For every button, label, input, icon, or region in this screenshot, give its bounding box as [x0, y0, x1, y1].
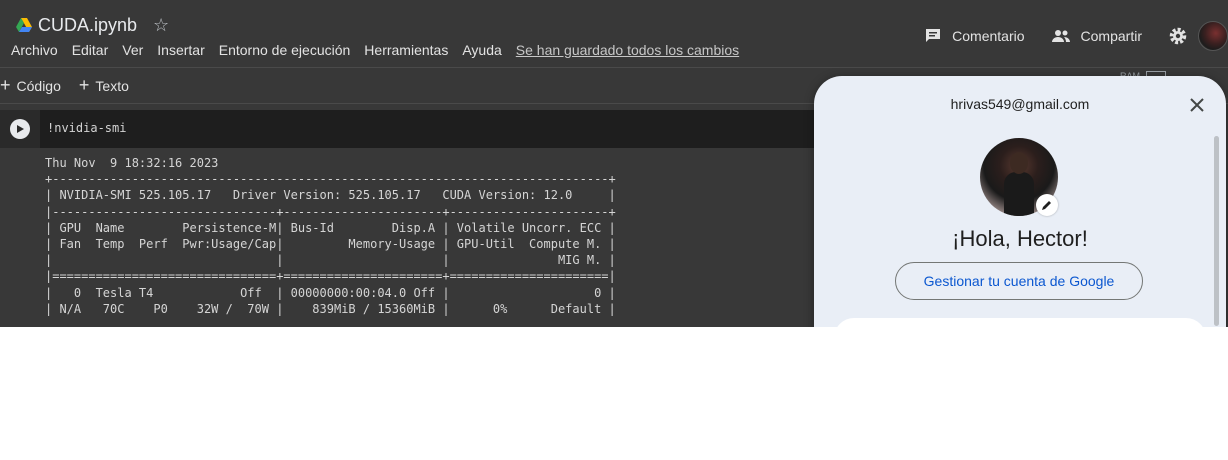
menu-insertar[interactable]: Insertar — [157, 42, 204, 58]
edit-photo-button[interactable] — [1036, 194, 1058, 216]
plus-icon: + — [0, 75, 11, 95]
notebook-title[interactable]: CUDA.ipynb — [38, 15, 137, 36]
menu-ver[interactable]: Ver — [122, 42, 143, 58]
code-line[interactable]: !nvidia-smi — [47, 121, 126, 135]
header-divider — [0, 67, 1228, 68]
run-cell-button[interactable] — [10, 119, 30, 139]
account-email: hrivas549@gmail.com — [950, 96, 1090, 112]
menu-herramientas[interactable]: Herramientas — [364, 42, 448, 58]
drive-logo-icon[interactable] — [16, 18, 32, 32]
menu-ayuda[interactable]: Ayuda — [462, 42, 501, 58]
add-code-button[interactable]: + Código — [0, 75, 61, 96]
popup-scrollbar[interactable] — [1214, 136, 1219, 326]
comment-label: Comentario — [952, 28, 1025, 44]
pencil-icon — [1042, 201, 1051, 210]
save-status-link[interactable]: Se han guardado todos los cambios — [516, 42, 739, 58]
gear-icon[interactable] — [1168, 26, 1188, 46]
menu-bar: Archivo Editar Ver Insertar Entorno de e… — [11, 42, 739, 58]
share-button[interactable]: Compartir — [1051, 28, 1142, 44]
avatar[interactable] — [1198, 21, 1228, 51]
account-card[interactable] — [834, 318, 1206, 327]
toolbar: + Código + Texto — [0, 75, 147, 96]
add-text-button[interactable]: + Texto — [79, 75, 129, 96]
menu-archivo[interactable]: Archivo — [11, 42, 58, 58]
plus-icon: + — [78, 75, 90, 95]
share-label: Compartir — [1080, 28, 1142, 44]
comment-icon — [926, 29, 941, 42]
add-code-label: Código — [16, 77, 61, 94]
menu-entorno[interactable]: Entorno de ejecución — [219, 42, 351, 58]
code-editor[interactable] — [40, 110, 830, 148]
account-popup: hrivas549@gmail.com ¡Hola, Hector! Gesti… — [814, 76, 1226, 327]
title-row: CUDA.ipynb ☆ — [16, 12, 169, 38]
close-icon[interactable] — [1186, 94, 1208, 116]
colab-window: CUDA.ipynb ☆ Archivo Editar Ver Insertar… — [0, 0, 1228, 327]
greeting: ¡Hola, Hector! — [952, 226, 1088, 251]
cell-output: Thu Nov 9 18:32:16 2023 +---------------… — [45, 156, 616, 316]
comment-button[interactable]: Comentario — [924, 27, 1025, 45]
header-actions: Comentario Compartir — [924, 21, 1228, 51]
add-text-label: Texto — [95, 77, 129, 94]
manage-account-button[interactable]: Gestionar tu cuenta de Google — [895, 262, 1143, 300]
people-icon — [1051, 30, 1070, 42]
star-icon[interactable]: ☆ — [153, 15, 169, 36]
play-icon — [17, 125, 24, 133]
menu-editar[interactable]: Editar — [72, 42, 109, 58]
